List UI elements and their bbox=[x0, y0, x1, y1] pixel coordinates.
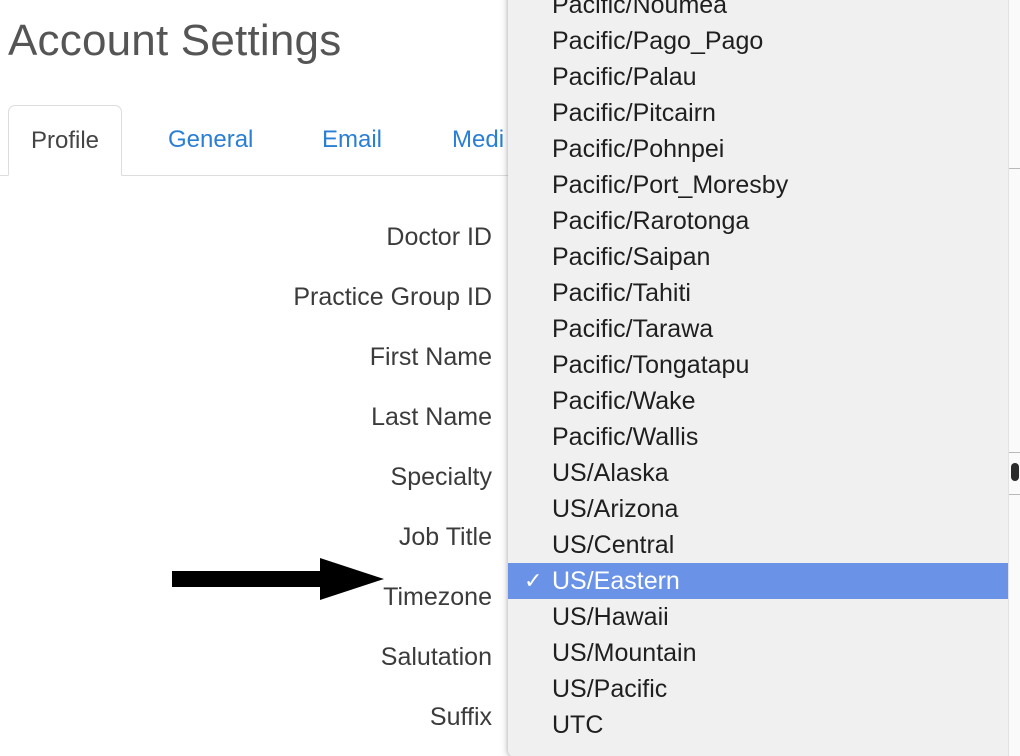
form-row: Practice Group ID bbox=[0, 267, 492, 327]
timezone-option-label: Pacific/Pitcairn bbox=[552, 99, 716, 127]
timezone-option-label: Pacific/Tongatapu bbox=[552, 351, 750, 379]
label-specialty: Specialty bbox=[390, 462, 492, 491]
tab-email-label: Email bbox=[322, 126, 383, 153]
tab-profile-label: Profile bbox=[31, 127, 100, 154]
tab-profile[interactable]: Profile bbox=[8, 105, 123, 176]
timezone-option[interactable]: Pacific/Port_Moresby bbox=[508, 167, 1013, 203]
form-row: Suffix bbox=[0, 687, 492, 747]
timezone-option[interactable]: Pacific/Rarotonga bbox=[508, 203, 1013, 239]
timezone-option-label: Pacific/Wake bbox=[552, 387, 696, 415]
timezone-option-label: Pacific/Palau bbox=[552, 63, 697, 91]
timezone-option[interactable]: Pacific/Tongatapu bbox=[508, 347, 1013, 383]
label-doctor-id: Doctor ID bbox=[386, 222, 492, 251]
timezone-option-label: Pacific/Wallis bbox=[552, 423, 699, 451]
form-row: Doctor ID bbox=[0, 207, 492, 267]
timezone-select-popup[interactable]: Pacific/Noumea Pacific/Pago_Pago Pacific… bbox=[508, 0, 1013, 756]
scrollbar-tick bbox=[1009, 452, 1020, 453]
timezone-option[interactable]: Pacific/Wallis bbox=[508, 419, 1013, 455]
label-timezone: Timezone bbox=[383, 582, 492, 611]
timezone-option-label: Pacific/Tahiti bbox=[552, 279, 691, 307]
timezone-option[interactable]: Pacific/Pohnpei bbox=[508, 131, 1013, 167]
timezone-option-label: Pacific/Noumea bbox=[552, 0, 728, 19]
tab-medical-label: Medi bbox=[452, 126, 505, 153]
page-title: Account Settings bbox=[8, 16, 342, 65]
form-row: Salutation bbox=[0, 627, 492, 687]
account-settings-page: Account Settings Profile General Email M… bbox=[0, 0, 1020, 756]
tab-medical[interactable]: Medi bbox=[452, 105, 504, 176]
timezone-option[interactable]: Pacific/Palau bbox=[508, 59, 1013, 95]
label-job-title: Job Title bbox=[398, 522, 492, 551]
vertical-scrollbar[interactable] bbox=[1008, 0, 1020, 756]
scrollbar-thumb[interactable] bbox=[1011, 463, 1019, 481]
timezone-option[interactable]: Pacific/Pitcairn bbox=[508, 95, 1013, 131]
timezone-option-label: US/Central bbox=[552, 531, 675, 559]
label-salutation: Salutation bbox=[380, 642, 492, 671]
form-row: Last Name bbox=[0, 387, 492, 447]
profile-form-labels: Doctor ID Practice Group ID First Name L… bbox=[0, 207, 492, 756]
timezone-option[interactable]: US/Pacific bbox=[508, 671, 1013, 707]
tab-general[interactable]: General bbox=[168, 105, 253, 176]
label-practice-group-id: Practice Group ID bbox=[293, 282, 492, 311]
timezone-option[interactable]: Pacific/Saipan bbox=[508, 239, 1013, 275]
label-last-name: Last Name bbox=[371, 402, 492, 431]
timezone-option[interactable]: Pacific/Tarawa bbox=[508, 311, 1013, 347]
timezone-option-label: US/Arizona bbox=[552, 495, 679, 523]
form-row: Specialty bbox=[0, 447, 492, 507]
timezone-option-selected[interactable]: ✓ US/Eastern bbox=[508, 563, 1013, 599]
form-row: First Name bbox=[0, 327, 492, 387]
timezone-option[interactable]: US/Central bbox=[508, 527, 1013, 563]
timezone-option-label: US/Alaska bbox=[552, 459, 669, 487]
form-row: Timezone bbox=[0, 567, 492, 627]
checkmark-icon: ✓ bbox=[524, 568, 543, 593]
scrollbar-tick bbox=[1009, 494, 1020, 495]
timezone-option-label: Pacific/Rarotonga bbox=[552, 207, 750, 235]
form-row: Job Title bbox=[0, 507, 492, 567]
timezone-option[interactable]: US/Arizona bbox=[508, 491, 1013, 527]
timezone-option[interactable]: Pacific/Pago_Pago bbox=[508, 23, 1013, 59]
timezone-option-label: UTC bbox=[552, 711, 604, 739]
timezone-option-label: Pacific/Saipan bbox=[552, 243, 711, 271]
timezone-option-label: US/Hawaii bbox=[552, 603, 669, 631]
scrollbar-tick bbox=[1009, 168, 1020, 169]
timezone-option[interactable]: US/Mountain bbox=[508, 635, 1013, 671]
timezone-option-label: US/Pacific bbox=[552, 675, 668, 703]
timezone-option[interactable]: UTC bbox=[508, 707, 1013, 743]
timezone-option[interactable]: Pacific/Tahiti bbox=[508, 275, 1013, 311]
timezone-option-label: Pacific/Pohnpei bbox=[552, 135, 725, 163]
timezone-option[interactable]: Pacific/Noumea bbox=[508, 0, 1013, 23]
label-first-name: First Name bbox=[369, 342, 492, 371]
timezone-option[interactable]: US/Alaska bbox=[508, 455, 1013, 491]
form-row: Website bbox=[0, 747, 492, 756]
label-suffix: Suffix bbox=[429, 702, 492, 731]
timezone-option-label: Pacific/Pago_Pago bbox=[552, 27, 764, 55]
timezone-option[interactable]: US/Hawaii bbox=[508, 599, 1013, 635]
timezone-option-label: Pacific/Tarawa bbox=[552, 315, 714, 343]
timezone-option[interactable]: Pacific/Wake bbox=[508, 383, 1013, 419]
tab-general-label: General bbox=[168, 126, 254, 153]
timezone-option-label: US/Eastern bbox=[552, 567, 680, 595]
timezone-option-list[interactable]: Pacific/Noumea Pacific/Pago_Pago Pacific… bbox=[508, 0, 1013, 743]
timezone-option-label: US/Mountain bbox=[552, 639, 697, 667]
tab-email[interactable]: Email bbox=[322, 105, 382, 176]
timezone-option-label: Pacific/Port_Moresby bbox=[552, 171, 789, 199]
